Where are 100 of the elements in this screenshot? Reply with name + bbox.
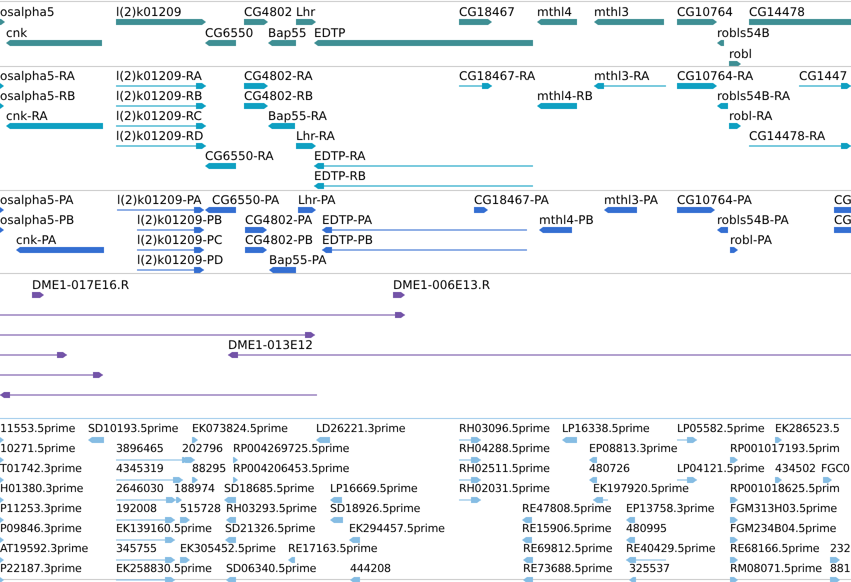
feature-label: CG4802-RA [244,69,313,83]
feature-label: CG1447 [799,69,848,83]
feature-label: LP16669.5prime [330,482,418,496]
feature-label: CG10764-PA [677,193,752,207]
feature-label: RH02511.5prime [459,462,550,476]
feature-label: P11253.3prime [0,502,82,516]
feature-label: CG14478 [749,5,805,19]
feature-label: l(2)k01209-PA [117,193,202,207]
feature-label: LP04121.5prime [677,462,764,476]
feature-label: 10271.5prime [0,442,76,456]
feature-label: DME1-017E16.R [32,278,130,292]
feature-label: 345755 [116,542,157,556]
feature-label: cnk [6,26,28,40]
feature-label: robls54B-RA [717,89,790,103]
feature-label: FGC0 [821,462,850,476]
feature-label: 88295 [192,462,226,476]
feature-label: EDTP-PB [322,233,373,247]
feature-label: P09846.3prime [0,522,82,536]
feature-label: RP004206453.5prime [233,462,350,476]
feature-label: osalpha5 [0,5,54,19]
feature-label: RE69812.5prime [523,542,612,556]
feature-label: EK139160.5prime [116,522,212,536]
feature-label: EK286523.5 [775,422,840,436]
feature-label: 325537 [629,562,670,576]
feature-label: mthl4-PB [539,213,594,227]
feature-label: EK294457.5prime [349,522,445,536]
feature-label: l(2)k01209-PB [137,213,222,227]
feature-label: RP001017193.5prim [730,442,840,456]
feature-label: CG10764-RA [677,69,754,83]
feature-glyph [834,207,851,213]
feature-label: CG6550 [205,26,254,40]
feature-label: cnk-RA [6,109,48,123]
feature-label: l(2)k01209-PD [137,253,224,267]
feature-label: EK305452.5prime [180,542,276,556]
feature-label: RE68166.5prime [730,542,820,556]
feature-label: DME1-013E12 [228,338,313,352]
feature-label: EDTP-RB [314,169,366,183]
feature-label: SD18926.5prime [330,502,420,516]
feature-label: l(2)k01209-RB [116,89,202,103]
feature-label: CG18467-PA [474,193,549,207]
feature-label: 444208 [350,562,391,576]
feature-label: RH03293.5prime [226,502,317,516]
feature-label: l(2)k01209-PC [137,233,222,247]
feature-label: H01380.3prime [0,482,84,496]
feature-label: 188974 [174,482,215,496]
feature-label: 11553.5prime [0,422,76,436]
feature-label: robls54B [717,26,770,40]
feature-label: 232 [830,542,850,556]
feature-label: RE47808.5prime [522,502,612,516]
feature-label: CG4802 [244,5,292,19]
feature-label: RH02031.5prime [459,482,550,496]
feature-label: mthl4-RB [537,89,593,103]
feature-label: T01742.3prime [0,462,82,476]
feature-label: mthl3-PA [604,193,658,207]
feature-label: RH03096.5prime [459,422,550,436]
feature-label: Lhr [296,5,316,19]
feature-label: CG10764 [677,5,733,19]
feature-label: EP08813.3prime [589,442,678,456]
feature-glyph [834,227,851,233]
feature-label: CG [834,193,851,207]
feature-label: osalpha5-RB [0,89,76,103]
feature-label: 202796 [182,442,223,456]
feature-label: l(2)k01209-RA [116,69,202,83]
feature-label: l(2)k01209 [116,5,182,19]
feature-label: Lhr-PA [298,193,336,207]
feature-label: RE73688.5prime [523,562,612,576]
feature-label: 434502 [775,462,816,476]
feature-label: RP004269725.5prime [233,442,350,456]
feature-label: Bap55-PA [269,253,326,267]
feature-label: EDTP-PA [322,213,372,227]
feature-label: LP05582.5prime [677,422,764,436]
feature-label: mthl3-RA [594,69,650,83]
feature-label: LP16338.5prime [562,422,650,436]
feature-label: EK197920.5prime [593,482,689,496]
feature-label: SD21326.5prime [225,522,316,536]
feature-label: 480726 [589,462,630,476]
feature-label: robl-PA [730,233,772,247]
feature-label: l(2)k01209-RD [116,129,204,143]
feature-label: osalpha5-PB [0,213,74,227]
feature-label: EDTP-RA [314,149,366,163]
feature-label: osalpha5-PA [0,193,74,207]
feature-label: EK073824.5prime [192,422,288,436]
feature-label: robl [729,47,752,61]
feature-label: osalpha5-RA [0,69,75,83]
feature-label: EDTP [314,26,346,40]
feature-label: mthl4 [537,5,572,19]
feature-label: CG18467 [459,5,515,19]
feature-label: FGM313H03.5prime [730,502,837,516]
feature-label: EP13758.3prime [626,502,714,516]
feature-label: DME1-006E13.R [393,278,490,292]
feature-label: mthl3 [594,5,629,19]
feature-label: SD06340.5prime [226,562,316,576]
feature-label: 881 [830,562,850,576]
feature-label: 515728 [180,502,221,516]
feature-label: FGM234B04.5prime [730,522,836,536]
feature-label: CG6550-RA [205,149,274,163]
feature-label: EK258830.5prime [116,562,212,576]
feature-label: CG18467-RA [459,69,536,83]
feature-label: Bap55-RA [268,109,327,123]
feature-label: AT19592.3prime [0,542,88,556]
